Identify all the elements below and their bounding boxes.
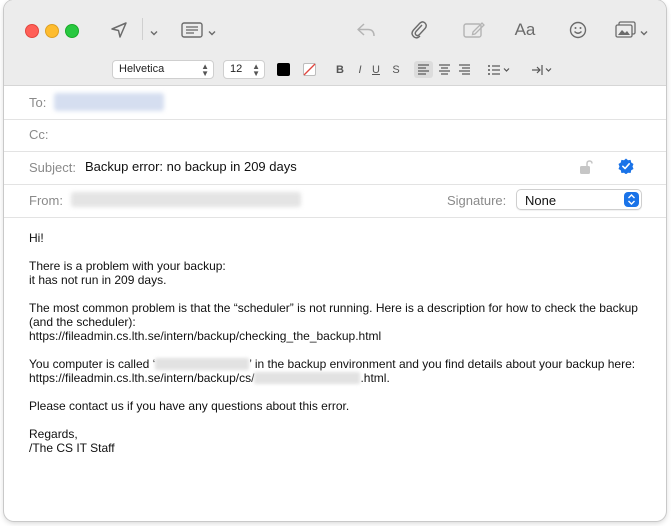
align-center-icon[interactable] bbox=[435, 61, 454, 78]
stepper-arrows-icon: ▲ ▼ bbox=[201, 62, 209, 78]
lock-icon[interactable] bbox=[579, 159, 593, 175]
stepper-arrows-icon: ▲ ▼ bbox=[252, 62, 260, 78]
from-address-redacted[interactable] bbox=[71, 192, 301, 207]
signature-value: None bbox=[525, 193, 557, 208]
cc-row[interactable]: Cc: bbox=[4, 118, 666, 152]
link-redacted-segment bbox=[254, 372, 361, 384]
background-color-icon[interactable] bbox=[303, 63, 316, 76]
link-segment: https://fileadmin.cs.lth.se/intern/backu… bbox=[29, 371, 255, 385]
compose-window: Aa Helvetica ▲ ▼ 12 ▲ ▼ B I U S To: Cc: … bbox=[4, 0, 666, 521]
popup-arrows-icon bbox=[624, 192, 639, 207]
subject-label: Subject: bbox=[29, 160, 76, 175]
signature-select[interactable]: None bbox=[516, 189, 642, 210]
body-text-segment: ’ in the backup environment and you find… bbox=[249, 357, 636, 371]
text-color-swatch[interactable] bbox=[277, 63, 290, 76]
font-family-value: Helvetica bbox=[119, 63, 165, 75]
chevron-down-icon[interactable] bbox=[640, 24, 648, 36]
list-icon[interactable] bbox=[180, 18, 204, 42]
zoom-button[interactable] bbox=[65, 24, 79, 38]
body-paragraph: You computer is called ‘ ’ in the backup … bbox=[29, 357, 639, 371]
strikethrough-button[interactable]: S bbox=[390, 62, 402, 78]
computer-name-redacted bbox=[155, 358, 250, 370]
verified-signature-icon[interactable] bbox=[618, 158, 634, 175]
subject-row[interactable]: Subject: Backup error: no backup in 209 … bbox=[4, 151, 666, 185]
signature-label: Signature: bbox=[447, 193, 507, 208]
font-family-select[interactable]: Helvetica ▲ ▼ bbox=[112, 60, 214, 79]
close-button[interactable] bbox=[25, 24, 39, 38]
title-bar: Aa bbox=[4, 0, 666, 56]
align-right-icon[interactable] bbox=[455, 61, 474, 78]
subject-field[interactable]: Backup error: no backup in 209 days bbox=[85, 159, 297, 174]
cc-label: Cc: bbox=[29, 127, 49, 142]
from-row[interactable]: From: Signature: None bbox=[4, 184, 666, 218]
body-paragraph: The most common problem is that the “sch… bbox=[29, 301, 642, 329]
markup-icon[interactable] bbox=[462, 18, 486, 42]
chevron-down-icon[interactable] bbox=[208, 24, 216, 36]
format-text-button[interactable]: Aa bbox=[512, 18, 538, 42]
align-left-icon[interactable] bbox=[414, 61, 433, 78]
greeting-text: Hi! bbox=[29, 231, 44, 245]
font-size-value: 12 bbox=[230, 63, 243, 75]
to-row[interactable]: To: bbox=[4, 86, 666, 120]
message-body[interactable]: Hi! There is a problem with your backup:… bbox=[29, 231, 639, 455]
reply-icon[interactable] bbox=[354, 18, 378, 42]
bold-button[interactable]: B bbox=[334, 62, 346, 78]
photo-icon[interactable] bbox=[614, 18, 638, 42]
minimize-button[interactable] bbox=[45, 24, 59, 38]
signoff-text: /The CS IT Staff bbox=[29, 441, 115, 455]
paperclip-icon[interactable] bbox=[408, 18, 430, 42]
chevron-down-icon[interactable] bbox=[150, 24, 158, 36]
to-recipient-redacted[interactable] bbox=[54, 93, 164, 111]
format-bar: Helvetica ▲ ▼ 12 ▲ ▼ B I U S bbox=[4, 56, 666, 86]
paper-plane-icon[interactable] bbox=[108, 18, 130, 42]
backup-check-link[interactable]: https://fileadmin.cs.lth.se/intern/backu… bbox=[29, 329, 639, 343]
smiley-icon[interactable] bbox=[567, 18, 589, 42]
indent-icon[interactable] bbox=[530, 62, 556, 78]
body-line: There is a problem with your backup: bbox=[29, 259, 226, 273]
backup-details-link[interactable]: https://fileadmin.cs.lth.se/intern/backu… bbox=[29, 371, 639, 385]
body-paragraph: Please contact us if you have any questi… bbox=[29, 399, 350, 413]
from-label: From: bbox=[29, 193, 63, 208]
closing-text: Regards, bbox=[29, 427, 78, 441]
body-text-segment: You computer is called ‘ bbox=[29, 357, 156, 371]
font-size-select[interactable]: 12 ▲ ▼ bbox=[223, 60, 265, 79]
underline-button[interactable]: U bbox=[370, 62, 382, 78]
italic-button[interactable]: I bbox=[354, 62, 366, 78]
link-segment: .html. bbox=[360, 371, 390, 385]
list-style-icon[interactable] bbox=[486, 62, 514, 78]
body-line: it has not run in 209 days. bbox=[29, 273, 167, 287]
to-label: To: bbox=[29, 95, 47, 110]
